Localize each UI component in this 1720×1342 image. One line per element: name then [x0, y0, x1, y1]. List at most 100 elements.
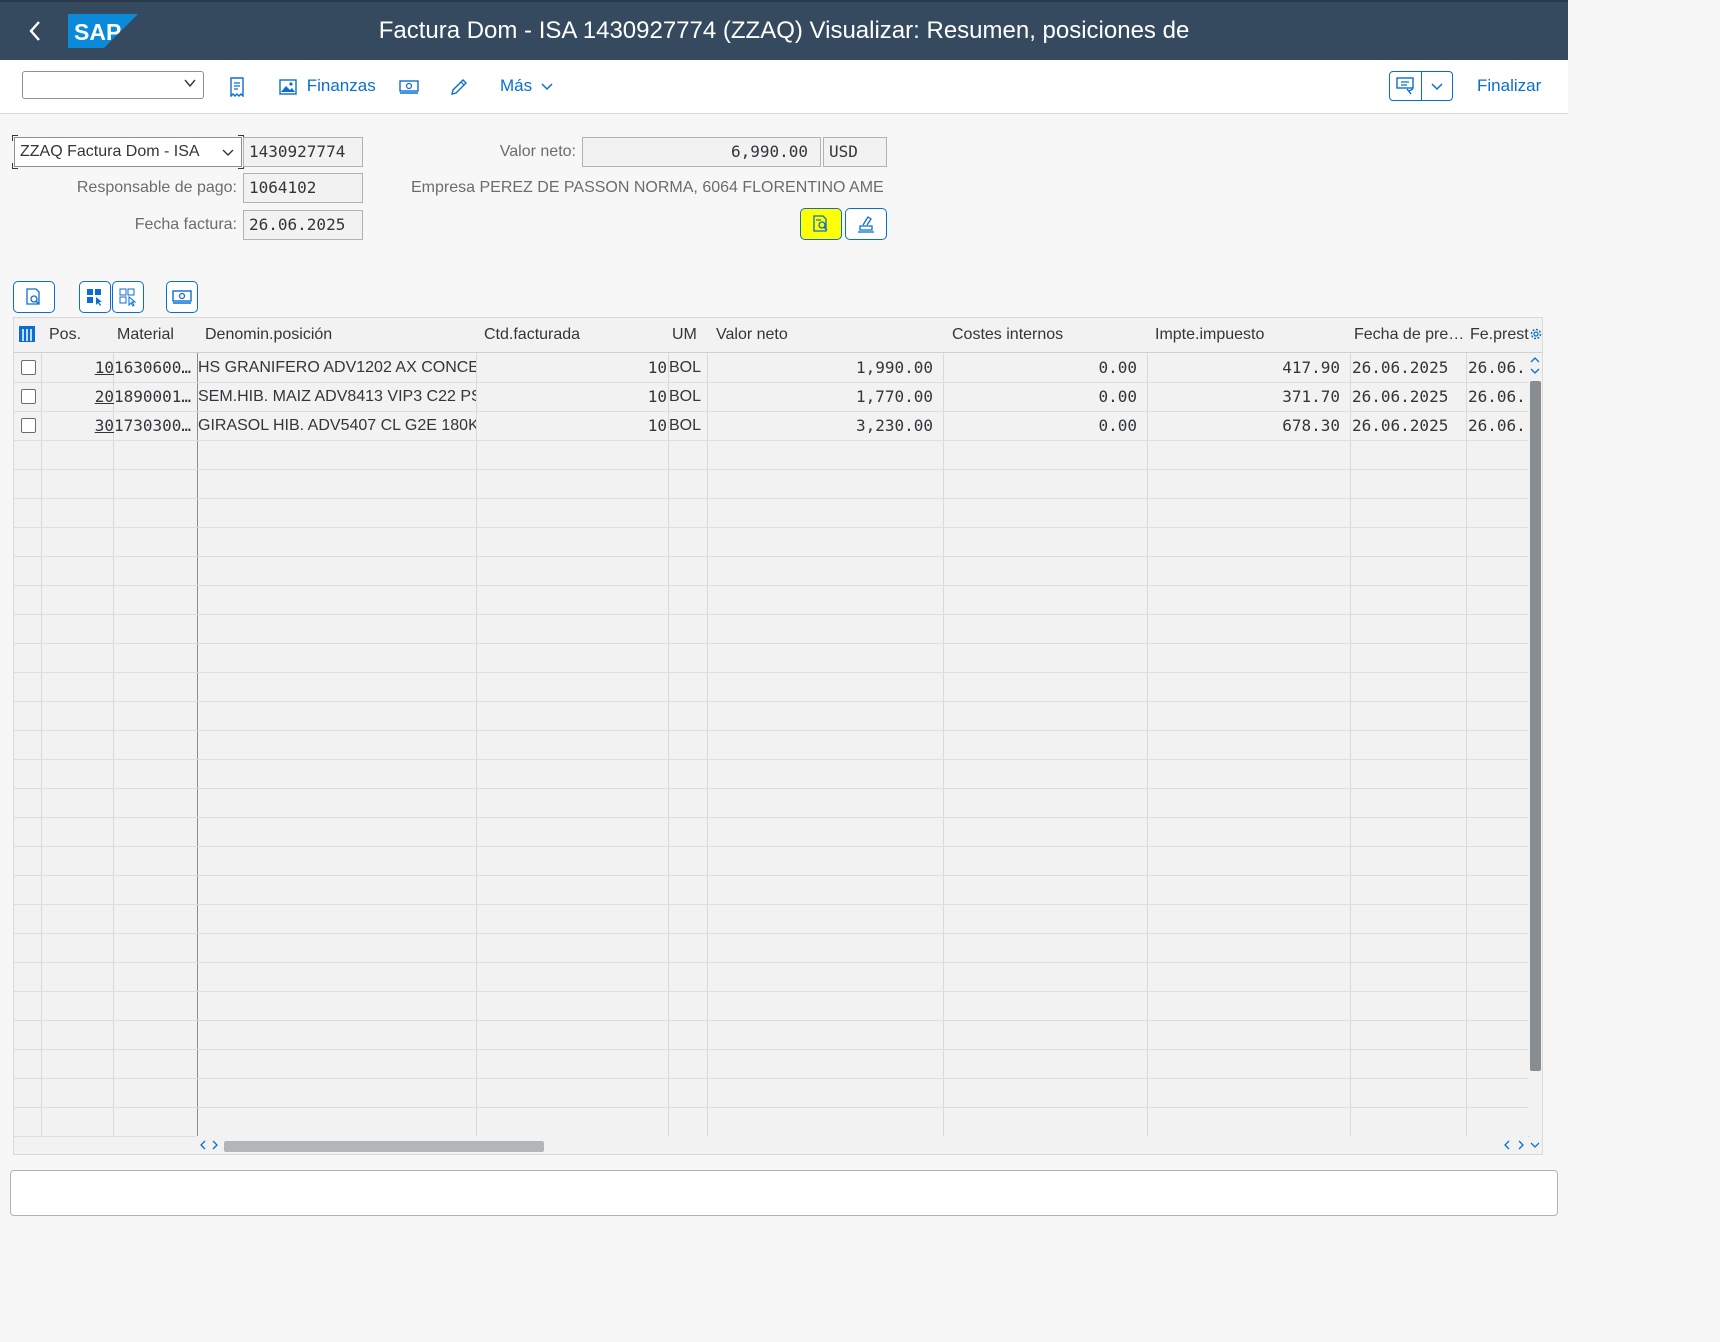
eraser-icon: [858, 216, 874, 233]
vertical-scroll-thumb[interactable]: [1530, 381, 1541, 1071]
money-icon: [172, 290, 192, 304]
row-divider: [14, 730, 1530, 731]
cell-impuesto: 678.30: [1282, 416, 1340, 435]
valor-neto-field[interactable]: 6,990.00: [582, 137, 821, 167]
col-fe-prest[interactable]: Fe.prest: [1463, 318, 1533, 353]
row-divider: [14, 440, 1530, 441]
table-row[interactable]: 20 1890001… SEM.HIB. MAIZ ADV8413 VIP3 C…: [14, 382, 1530, 411]
cell-cantidad: 10: [647, 387, 667, 406]
doc-type-select[interactable]: ZZAQ Factura Dom - ISA: [12, 135, 244, 169]
row-divider: [14, 469, 1530, 470]
currency-field[interactable]: USD: [823, 137, 887, 167]
deselect-all-button[interactable]: [112, 281, 144, 313]
col-material[interactable]: Material: [110, 318, 196, 353]
row-divider: [14, 1020, 1530, 1021]
mas-menu-button[interactable]: Más: [500, 72, 554, 100]
cell-impuesto: 371.70: [1282, 387, 1340, 406]
col-fecha-pre[interactable]: Fecha de pre…: [1347, 318, 1465, 353]
row-checkbox[interactable]: [21, 360, 36, 375]
command-select[interactable]: [22, 71, 204, 99]
select-all-button[interactable]: [79, 281, 111, 313]
responsable-field[interactable]: 1064102: [243, 173, 363, 203]
chevron-left-icon: [1504, 1140, 1510, 1150]
cell-denominacion: HS GRANIFERO ADV1202 AX CONCE…: [198, 359, 476, 376]
pricing-button[interactable]: [166, 281, 198, 313]
horizontal-scrollbar[interactable]: [196, 1136, 1528, 1154]
row-divider: [14, 875, 1530, 876]
cell-um: BOL: [669, 388, 702, 405]
document-search-icon: [813, 215, 828, 232]
cell-costes: 0.00: [1098, 358, 1137, 377]
row-divider: [14, 904, 1530, 905]
vertical-scrollbar[interactable]: [1528, 353, 1542, 1136]
cell-material: 1890001…: [114, 387, 192, 406]
row-divider: [14, 817, 1530, 818]
row-divider: [14, 672, 1530, 673]
document-search-button[interactable]: [800, 208, 842, 240]
cell-um: BOL: [669, 417, 702, 434]
row-divider: [14, 759, 1530, 760]
table-row[interactable]: 30 1730300… GIRASOL HIB. ADV5407 CL G2E …: [14, 411, 1530, 440]
chevron-left-icon: [200, 1140, 206, 1150]
status-bar: [10, 1170, 1558, 1216]
items-table: Pos. Material Denomin.posición Ctd.factu…: [13, 317, 1543, 1155]
settings-button[interactable]: [1529, 327, 1542, 346]
shell-bar: SAP Factura Dom - ISA 1430927774 (ZZAQ) …: [0, 0, 1568, 60]
cell-denominacion: SEM.HIB. MAIZ ADV8413 VIP3 C22 PS: [198, 388, 476, 405]
col-costes-internos[interactable]: Costes internos: [945, 318, 1148, 353]
chevron-down-icon: [1431, 83, 1443, 91]
table-header: Pos. Material Denomin.posición Ctd.factu…: [14, 318, 1542, 353]
details-button[interactable]: [13, 281, 55, 313]
cell-impuesto: 417.90: [1282, 358, 1340, 377]
row-divider: [14, 991, 1530, 992]
col-impuesto[interactable]: Impte.impuesto: [1148, 318, 1351, 353]
screen-split-button[interactable]: [1389, 71, 1453, 101]
col-pos[interactable]: Pos.: [42, 318, 114, 353]
page-title: Factura Dom - ISA 1430927774 (ZZAQ) Visu…: [378, 17, 1190, 44]
row-divider: [14, 1049, 1530, 1050]
chevron-up-icon: [1530, 357, 1540, 363]
money-icon: [399, 79, 419, 94]
row-divider: [14, 933, 1530, 934]
row-checkbox[interactable]: [21, 418, 36, 433]
chevron-down-icon: [1530, 368, 1540, 374]
doc-number-field[interactable]: 1430927774: [243, 137, 363, 167]
cell-fecha-pre: 26.06.2025: [1352, 387, 1449, 406]
cell-um: BOL: [669, 359, 702, 376]
row-divider: [14, 846, 1530, 847]
finanzas-button[interactable]: Finanzas: [279, 72, 376, 100]
col-um[interactable]: UM: [665, 318, 705, 353]
responsable-label: Responsable de pago:: [76, 179, 237, 196]
horizontal-scroll-thumb[interactable]: [224, 1141, 544, 1152]
row-divider: [14, 498, 1530, 499]
col-valor-neto[interactable]: Valor neto: [709, 318, 945, 353]
finalizar-button[interactable]: Finalizar: [1477, 72, 1541, 100]
receipt-button[interactable]: [228, 72, 246, 100]
finanzas-label: Finanzas: [306, 76, 376, 95]
row-checkbox[interactable]: [21, 389, 36, 404]
cell-cantidad: 10: [647, 358, 667, 377]
cell-denominacion: GIRASOL HIB. ADV5407 CL G2E 180K…: [198, 417, 476, 434]
money-button[interactable]: [399, 72, 419, 100]
cell-fecha-pre: 26.06.2025: [1352, 358, 1449, 377]
cell-fecha-pre: 26.06.2025: [1352, 416, 1449, 435]
column-layout-button[interactable]: [18, 325, 36, 348]
eraser-button[interactable]: [845, 208, 887, 240]
col-cantidad[interactable]: Ctd.facturada: [477, 318, 669, 353]
cell-costes: 0.00: [1098, 387, 1137, 406]
cell-valor-neto: 3,230.00: [855, 416, 933, 435]
table-row[interactable]: 10 1630600… HS GRANIFERO ADV1202 AX CONC…: [14, 353, 1530, 382]
select-all-icon: [87, 289, 102, 306]
cell-pos[interactable]: 30: [42, 411, 114, 440]
cell-fe-prest: 26.06.: [1468, 358, 1526, 377]
fecha-factura-field[interactable]: 26.06.2025: [243, 210, 363, 240]
edit-button[interactable]: [449, 72, 469, 100]
cell-cantidad: 10: [647, 416, 667, 435]
presentation-icon: [1396, 77, 1414, 95]
col-denominacion[interactable]: Denomin.posición: [198, 318, 476, 353]
cell-pos[interactable]: 20: [42, 382, 114, 411]
cell-pos[interactable]: 10: [42, 353, 114, 382]
valor-neto-label: Valor neto:: [499, 143, 576, 160]
gear-icon: [1530, 328, 1542, 340]
cell-material: 1630600…: [114, 358, 192, 377]
